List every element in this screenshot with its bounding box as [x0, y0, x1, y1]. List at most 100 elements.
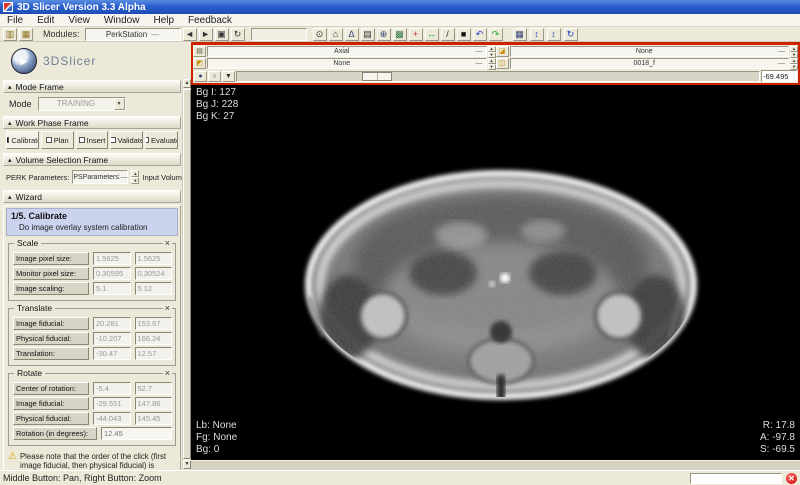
layers-icon[interactable]: ▩ [392, 27, 407, 41]
value-field[interactable]: 0.30595 [93, 267, 131, 280]
fit-volume-icon[interactable]: ↕ [546, 27, 561, 41]
volume-selection-frame-header[interactable]: ▴ Volume Selection Frame [3, 153, 181, 166]
slider-handle[interactable] [362, 71, 393, 81]
value-field[interactable]: 12.57 [134, 347, 172, 360]
value-field[interactable]: 5.12 [134, 282, 172, 295]
screen-capture-icon[interactable]: ■ [456, 27, 471, 41]
phase-button[interactable]: Insert [75, 131, 109, 149]
close-icon[interactable]: × [162, 238, 172, 248]
slice-link-icon[interactable]: ▤ [193, 45, 206, 57]
transform-icon[interactable]: ↔ [424, 27, 439, 41]
layer-spinner[interactable]: ▲ ▼ [487, 45, 496, 58]
module-search-input[interactable] [250, 27, 307, 41]
phase-button[interactable]: Plan [40, 131, 74, 149]
work-phase-buttons: Calibrate Plan Insert Validate Evaluate [3, 129, 181, 151]
zoom-icon[interactable]: ⊙ [312, 27, 327, 41]
overlay-line: Bg J: 228 [196, 99, 239, 110]
scroll-up-icon[interactable]: ▲ [183, 79, 191, 88]
menu-item[interactable]: Window [97, 14, 147, 27]
slice-offset-slider[interactable] [236, 70, 760, 82]
redo-icon[interactable]: ↷ [488, 27, 503, 41]
phase-button[interactable]: Validate [110, 131, 144, 149]
value-field[interactable]: -30.47 [93, 347, 131, 360]
scroll-down-icon[interactable]: ▼ [183, 460, 191, 469]
value-field[interactable]: -5.4 [93, 382, 131, 395]
title-bar[interactable]: 3D Slicer Version 3.3 Alpha [0, 0, 800, 14]
undo-icon[interactable]: ↶ [472, 27, 487, 41]
phase-button[interactable]: Calibrate [6, 131, 39, 149]
modules-tree-icon[interactable]: ∆ [344, 27, 359, 41]
layout-icon[interactable]: ▦ [512, 27, 527, 41]
layer-values-overlay: Lb: None Fg: None Bg: 0 [196, 420, 237, 456]
load-scene-icon[interactable]: ▥ [3, 27, 17, 41]
slice-menu-icon[interactable]: ▼ [222, 70, 235, 82]
value-field[interactable]: -44.043 [93, 412, 131, 425]
status-entry-field[interactable] [690, 472, 782, 484]
value-field[interactable]: 20.281 [93, 317, 131, 330]
work-phase-frame-header[interactable]: ▴ Work Phase Frame [3, 116, 181, 129]
foreground-layer-icon[interactable]: ◪ [495, 45, 509, 57]
home-icon[interactable]: ⌂ [328, 27, 343, 41]
layer-select[interactable]: None — [509, 45, 789, 57]
value-field[interactable]: -29.551 [93, 397, 131, 410]
previous-module-icon[interactable]: ◄ [182, 27, 197, 41]
value-field[interactable]: 145.45 [134, 412, 172, 425]
rotation-value-field[interactable]: 12.45 [101, 427, 172, 440]
label-layer-icon[interactable]: ◩ [193, 57, 206, 69]
error-log-icon[interactable]: ✕ [786, 472, 797, 484]
sidebar-scrollbar[interactable]: ▲ ▼ [182, 79, 191, 469]
layer-spinner[interactable]: ▲ ▼ [790, 57, 798, 70]
value-field[interactable]: 52.7 [134, 382, 172, 395]
fit-slice-icon[interactable]: ↕ [529, 27, 544, 41]
viewer-bottom-strip [191, 460, 800, 470]
value-field[interactable]: 153.67 [134, 317, 172, 330]
ruler-icon[interactable]: / [440, 27, 455, 41]
menu-item[interactable]: Help [146, 14, 181, 27]
module-selector[interactable]: PerkStation — [84, 27, 181, 41]
next-module-icon[interactable]: ► [198, 27, 213, 41]
slice-offset-value[interactable]: -69.495 [761, 70, 797, 82]
menu-item[interactable]: File [0, 14, 30, 27]
mode-select[interactable]: TRAINING ▾ [37, 96, 126, 111]
layer-select[interactable]: Axial — [207, 45, 487, 57]
value-field[interactable]: 0.30524 [134, 267, 172, 280]
slice-visibility-icon[interactable]: ● [194, 70, 207, 82]
snapshot-icon[interactable]: ▤ [360, 27, 375, 41]
wizard-header[interactable]: ▴ Wizard [3, 190, 181, 203]
layer-spinner[interactable]: ▲ ▼ [790, 45, 798, 58]
value-field[interactable]: 147.86 [134, 397, 172, 410]
layer-select[interactable]: 0018_f — [509, 57, 789, 69]
perk-parameters-select[interactable]: PSParameters1 — [72, 170, 129, 184]
axial-slice-viewport[interactable]: Bg I: 127 Bg J: 228 Bg K: 27 Lb: None Fg: N… [191, 85, 800, 460]
close-icon[interactable]: × [162, 303, 172, 313]
module-history-icon[interactable]: ▣ [214, 27, 229, 41]
phase-button[interactable]: Evaluate [145, 131, 178, 149]
crosshair-icon[interactable]: ⊕ [376, 27, 391, 41]
checkbox-icon [146, 137, 149, 143]
field-row: Image scaling: 5.1 5.12 [13, 282, 172, 295]
menu-item[interactable]: View [61, 14, 97, 27]
value-field[interactable]: 1.5625 [134, 252, 172, 265]
module-refresh-icon[interactable]: ↻ [230, 27, 245, 41]
perk-parameters-spinner[interactable]: ▲ ▼ [131, 170, 140, 184]
slice-controller-left: ▤ Axial — ▲ ▼ ◩ None — ▲ ▼ [193, 45, 496, 70]
slice-controller-right: ◪ None — ▲ ▼ ◫ 0018_f — ▲ ▼ [495, 45, 798, 70]
field-row: Image fiducial: 20.281 153.67 [13, 317, 172, 330]
menu-item[interactable]: Edit [30, 14, 61, 27]
fit-to-window-icon[interactable]: ○ [208, 70, 221, 82]
fiducial-icon[interactable]: + [408, 27, 423, 41]
value-field[interactable]: -10.207 [93, 332, 131, 345]
close-icon[interactable]: × [162, 368, 172, 378]
layer-select[interactable]: None — [207, 57, 487, 69]
slice-offset-row: ● ○ ▼ -69.495 [193, 69, 798, 83]
value-field[interactable]: 166.24 [134, 332, 172, 345]
value-field[interactable]: 1.5625 [93, 252, 131, 265]
menu-item[interactable]: Feedback [181, 14, 239, 27]
save-scene-icon[interactable]: ▦ [19, 27, 33, 41]
background-layer-icon[interactable]: ◫ [495, 57, 509, 69]
scrollbar-thumb[interactable] [183, 89, 191, 459]
layer-spinner[interactable]: ▲ ▼ [487, 57, 496, 70]
mode-frame-header[interactable]: ▴ Mode Frame [3, 80, 181, 93]
rotate-view-icon[interactable]: ↻ [563, 27, 578, 41]
value-field[interactable]: 5.1 [93, 282, 131, 295]
